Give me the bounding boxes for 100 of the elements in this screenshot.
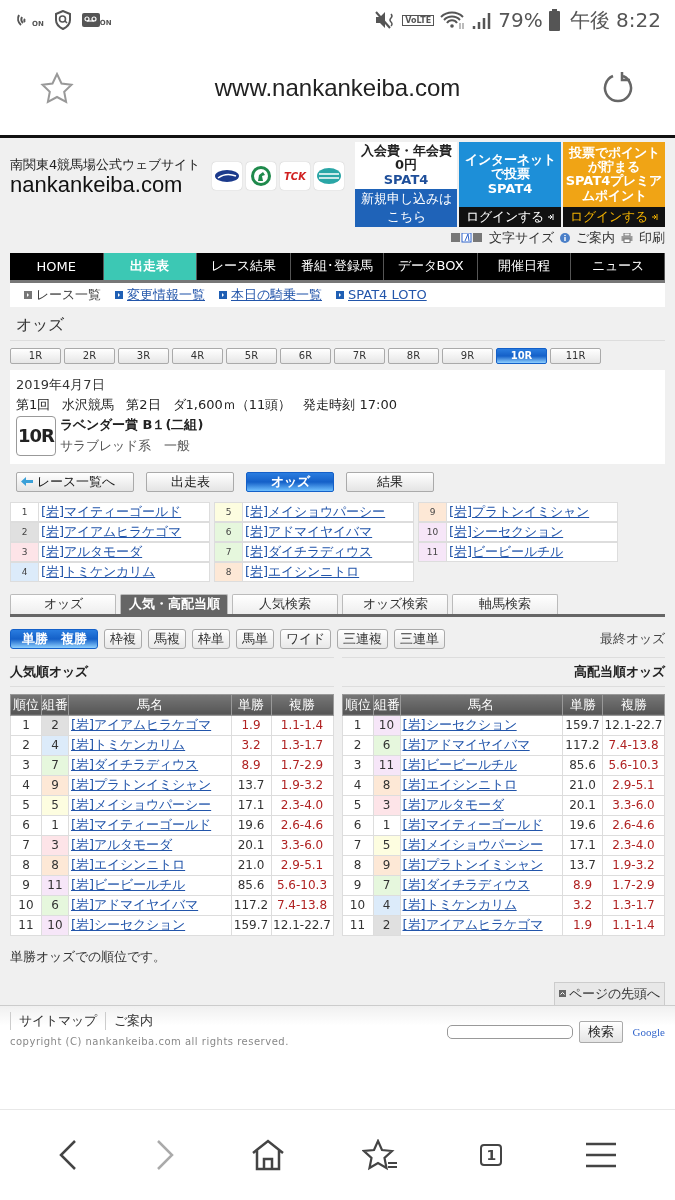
clock: 午後 8:22 (569, 6, 661, 34)
horse-name-link[interactable]: [岩]プラトンイミシャン (447, 502, 590, 521)
win-odds-cell: 117.2 (231, 895, 271, 916)
spat4-banner[interactable]: 投票でポイントが貯まる SPAT4プレミアムポイント ログインする (563, 142, 665, 227)
race-tab[interactable]: 4R (172, 347, 223, 364)
bookmarks-star-icon[interactable] (361, 1139, 398, 1171)
race-tab[interactable]: 7R (334, 347, 385, 364)
bet-type-button[interactable]: ワイド (280, 628, 331, 649)
address-bar[interactable]: www.nankankeiba.com (74, 73, 601, 102)
note-text: 単勝オッズでの順位です。 (10, 947, 167, 966)
win-odds-cell: 117.2 (562, 735, 603, 756)
nav-tab[interactable]: レース結果 (197, 252, 291, 280)
odds-tab[interactable]: 人気検索 (232, 593, 338, 614)
horse-name-link[interactable]: [岩]ダイチラディウス (243, 542, 373, 561)
odds-tab[interactable]: 軸馬検索 (452, 593, 558, 614)
bet-type-button[interactable]: 三連単 (394, 628, 445, 649)
site-logo[interactable]: nankankeiba.com (10, 174, 210, 196)
horse-number: 10 (419, 522, 447, 541)
win-odds-cell: 20.1 (562, 795, 603, 816)
breadcrumb-label[interactable]: レース一覧 (36, 285, 101, 304)
spat4-banner[interactable]: インターネットで投票 SPAT4 ログインする (459, 142, 561, 227)
column-header: 組番 (373, 694, 400, 716)
bet-type-button[interactable]: 馬単 (236, 628, 274, 649)
search-field[interactable] (446, 1025, 573, 1040)
font-size-icon[interactable] (451, 232, 483, 243)
home-icon[interactable] (251, 1139, 286, 1171)
race-tab[interactable]: 2R (64, 347, 115, 364)
spat4-banner[interactable]: 入会費・年会費0円 SPAT4 新規申し込みはこちら (355, 142, 457, 227)
place-odds-cell: 1.7-2.9 (271, 755, 333, 776)
race-tab[interactable]: 1R (10, 347, 61, 364)
bet-type-button[interactable]: 単勝 複勝 (10, 628, 98, 649)
footer-link[interactable]: サイトマップ (10, 1011, 105, 1030)
bet-type-button[interactable]: 枠複 (104, 628, 142, 649)
race-nav-button[interactable]: オッズ (246, 471, 334, 492)
footer-link[interactable]: ご案内 (105, 1011, 161, 1030)
shield-icon (53, 10, 72, 30)
horse-name-link[interactable]: [岩]アドマイヤイバマ (243, 522, 373, 541)
column-header: 馬名 (400, 694, 563, 716)
race-nav-button[interactable]: レース一覧へ (16, 471, 134, 492)
horse-name-link[interactable]: [岩]メイショウパーシー (243, 502, 386, 521)
race-tab[interactable]: 10R (496, 347, 547, 364)
rank-cell: 6 (10, 815, 42, 836)
place-odds-cell: 7.4-13.8 (271, 895, 333, 916)
horse-name-link[interactable]: [岩]アイアムヒラケゴマ (39, 522, 182, 541)
start-time: 発走時刻 17:00 (303, 395, 397, 414)
bookmark-star-icon[interactable] (40, 71, 74, 104)
horse-name-link[interactable]: [岩]トミケンカリム (39, 562, 156, 581)
back-icon[interactable] (58, 1139, 79, 1171)
horse-emblem-logo[interactable] (246, 162, 276, 190)
bet-type-button[interactable]: 馬複 (148, 628, 186, 649)
win-odds-cell: 19.6 (231, 815, 271, 836)
horse-name-link[interactable]: [岩]マイティーゴールド (39, 502, 182, 521)
bet-type-button[interactable]: 三連複 (337, 628, 388, 649)
race-tab[interactable]: 11R (550, 347, 601, 364)
wave-emblem-logo[interactable] (314, 162, 344, 190)
odds-status: 最終オッズ (600, 629, 665, 648)
odds-tab[interactable]: オッズ (10, 593, 116, 614)
place-odds-cell: 1.3-1.7 (602, 895, 665, 916)
race-tab[interactable]: 3R (118, 347, 169, 364)
subnav-link[interactable]: 変更情報一覧 (127, 285, 205, 304)
race-tab[interactable]: 6R (280, 347, 331, 364)
nav-tab[interactable]: 開催日程 (477, 252, 572, 280)
rank-cell: 11 (10, 915, 42, 936)
wifi-icon (440, 10, 467, 30)
race-tab[interactable]: 5R (226, 347, 277, 364)
printer-icon (621, 232, 633, 243)
race-tab[interactable]: 8R (388, 347, 439, 364)
bet-type-button[interactable]: 枠単 (192, 628, 230, 649)
horse-name-link[interactable]: [岩]シーセクション (447, 522, 564, 541)
search-button[interactable]: 検索 (578, 1021, 623, 1044)
race-nav-button[interactable]: 結果 (346, 471, 434, 492)
win-odds-cell: 8.9 (231, 755, 271, 776)
guide-link[interactable]: ご案内 (576, 228, 615, 247)
tabs-button[interactable]: 1 (480, 1144, 503, 1166)
subnav-link[interactable]: 本日の騎乗一覧 (231, 285, 322, 304)
subnav-link[interactable]: SPAT4 LOTO (348, 287, 427, 303)
back-arrow-icon (21, 477, 33, 487)
emblem-logo[interactable] (212, 162, 242, 190)
rank-cell: 2 (342, 735, 373, 756)
reload-icon[interactable] (601, 70, 635, 105)
race-nav-button[interactable]: 出走表 (146, 471, 234, 492)
nav-tab[interactable]: データBOX (384, 252, 478, 280)
print-link[interactable]: 印刷 (639, 228, 665, 247)
horse-name-link[interactable]: [岩]ビービールチル (447, 542, 564, 561)
column-header: 複勝 (602, 694, 665, 716)
odds-tab[interactable]: 人気・高配当順 (120, 593, 228, 614)
race-name: ラベンダー賞 B１(二組) (60, 415, 204, 434)
menu-icon[interactable] (584, 1141, 617, 1169)
horse-name-link[interactable]: [岩]エイシンニトロ (243, 562, 360, 581)
horse-number: 3 (11, 542, 39, 561)
nav-tab[interactable]: HOME (10, 252, 104, 280)
race-tab[interactable]: 9R (442, 347, 493, 364)
page-top-link[interactable]: ページの先頭へ (554, 981, 665, 1005)
nav-tab[interactable]: 番組･登録馬 (290, 252, 385, 280)
place-odds-cell: 2.6-4.6 (271, 815, 333, 836)
rank-cell: 7 (342, 835, 373, 856)
win-odds-cell: 3.2 (231, 735, 271, 756)
nav-tab[interactable]: ニュース (571, 252, 666, 280)
odds-tab[interactable]: オッズ検索 (342, 593, 448, 614)
horse-name-link[interactable]: [岩]アルタモーダ (39, 542, 143, 561)
